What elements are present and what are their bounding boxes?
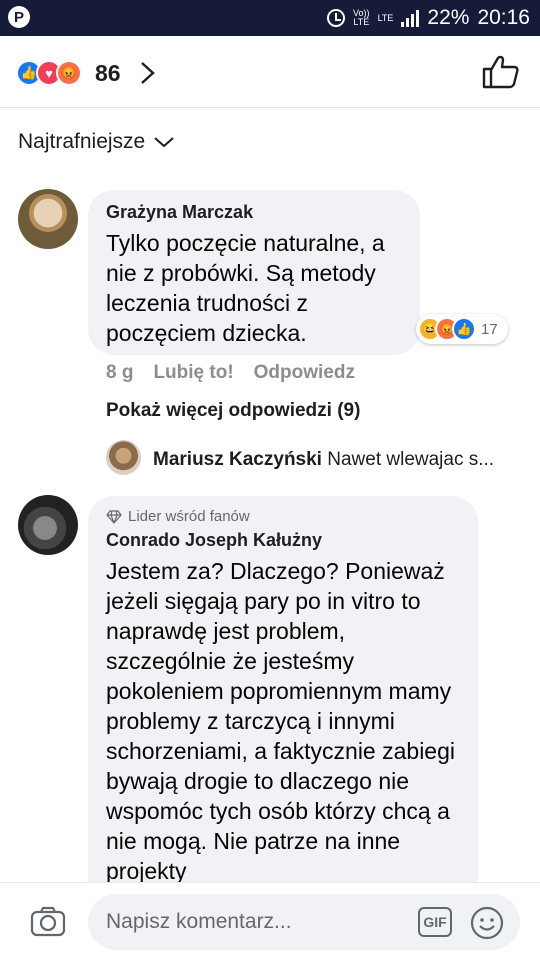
battery-level: 22% xyxy=(427,6,470,29)
status-indicators: Vo)) LTE LTE 22% 20:16 xyxy=(327,0,530,36)
camera-icon[interactable] xyxy=(30,905,66,937)
comment-composer: Napisz komentarz... GIF xyxy=(0,882,540,960)
sort-label: Najtrafniejsze xyxy=(18,130,146,153)
angry-reaction-icon: 😡 xyxy=(56,60,82,86)
avatar[interactable] xyxy=(18,189,78,249)
emoji-icon[interactable] xyxy=(470,906,504,940)
like-comment-link[interactable]: Lubię to! xyxy=(153,362,233,384)
comment-author[interactable]: Grażyna Marczak xyxy=(106,202,253,223)
clock: 20:16 xyxy=(477,6,530,29)
sort-dropdown[interactable]: Najtrafniejsze xyxy=(18,130,175,154)
badge-label: Lider wśród fanów xyxy=(128,508,250,525)
reply-link[interactable]: Odpowiedz xyxy=(254,362,355,384)
lte-indicator: LTE xyxy=(377,12,394,23)
status-bar: P Vo)) LTE LTE 22% 20:16 xyxy=(0,0,540,36)
like-button-icon[interactable] xyxy=(481,54,519,90)
chevron-down-icon xyxy=(154,137,174,148)
reply-preview[interactable]: Mariusz Kaczyński Nawet wlewajac s... xyxy=(153,449,494,471)
comment-text: Tylko poczęcie naturalne, a nie z probów… xyxy=(106,230,385,346)
top-fan-badge: Lider wśród fanów xyxy=(106,508,250,525)
comment-time: 8 g xyxy=(106,362,134,383)
comment-author[interactable]: Conrado Joseph Kałużny xyxy=(106,530,322,551)
reply-author: Mariusz Kaczyński xyxy=(153,449,322,470)
pinterest-icon: P xyxy=(8,6,30,28)
reply-text: Nawet wlewajac s... xyxy=(327,449,495,470)
reply-avatar[interactable] xyxy=(106,440,141,475)
signal-icon xyxy=(401,9,420,27)
like-reaction-icon: 👍 xyxy=(452,317,476,341)
show-more-replies-link[interactable]: Pokaż więcej odpowiedzi (9) xyxy=(106,400,360,422)
comment-reactions[interactable]: 😆 😡 👍 17 xyxy=(416,314,508,344)
diamond-icon xyxy=(106,509,122,524)
chevron-right-icon[interactable] xyxy=(136,58,160,88)
avatar[interactable] xyxy=(18,495,78,555)
comment-text: Jestem za? Dlaczego? Ponieważ jeżeli się… xyxy=(106,558,455,884)
alarm-icon xyxy=(327,9,346,27)
comment-reaction-count: 17 xyxy=(481,320,498,338)
comment-actions: 8 g Lubię to! Odpowiedz xyxy=(106,362,355,384)
volte-indicator: Vo)) LTE xyxy=(353,8,370,27)
reactions-header: 👍 ♥ 😡 86 xyxy=(0,36,540,108)
reactions-count[interactable]: 86 xyxy=(95,60,121,87)
reactions-summary[interactable]: 👍 ♥ 😡 xyxy=(16,60,82,86)
comment-input[interactable]: Napisz komentarz... GIF xyxy=(88,894,520,950)
comment-input-placeholder: Napisz komentarz... xyxy=(106,910,292,933)
gif-button[interactable]: GIF xyxy=(418,907,452,937)
